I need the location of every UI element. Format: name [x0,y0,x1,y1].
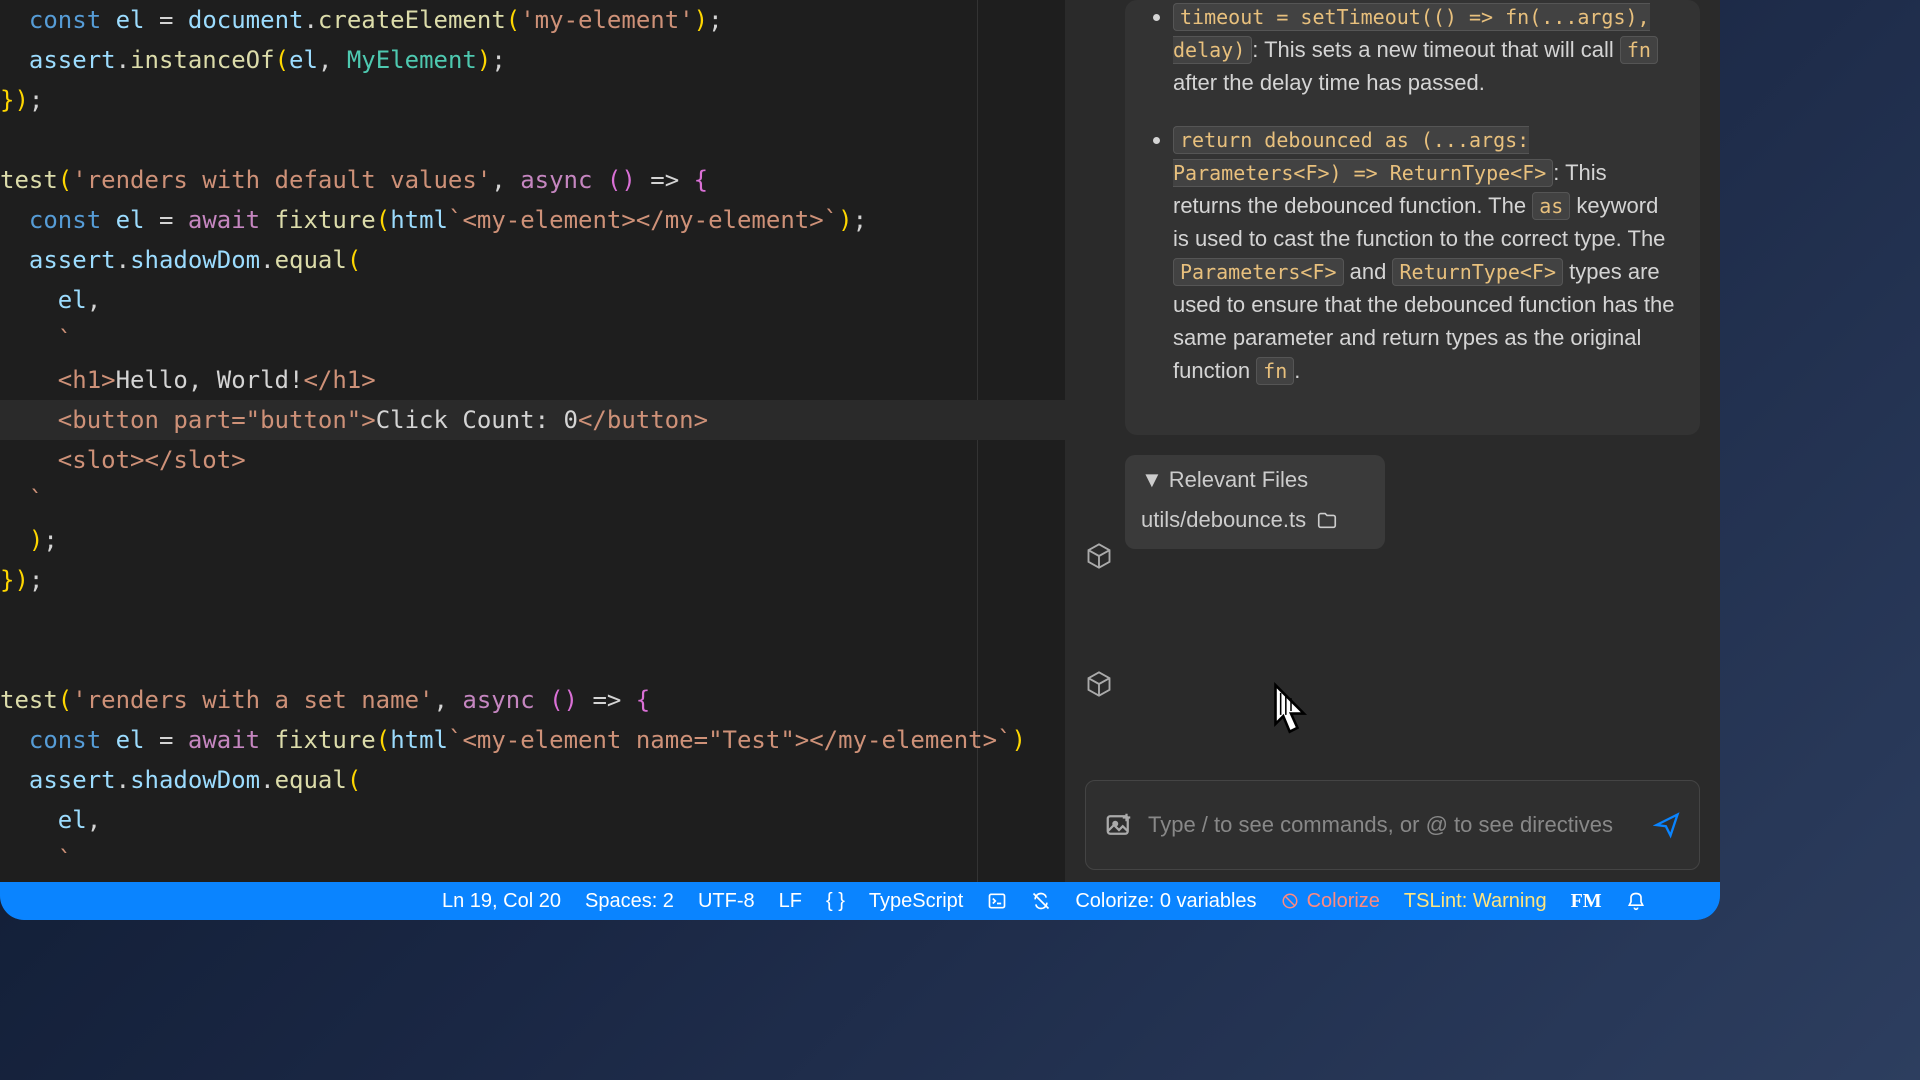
code-snippet: Parameters<F> [1173,258,1344,286]
code-line[interactable]: ); [0,520,1065,560]
no-sync-icon[interactable] [1031,891,1051,911]
language-mode[interactable]: TypeScript [869,890,963,913]
status-bar: Ln 19, Col 20 Spaces: 2 UTF-8 LF { } Typ… [0,882,1720,920]
colorize-count[interactable]: Colorize: 0 variables [1075,890,1256,913]
code-snippet: return debounced as (...args: Parameters… [1173,126,1553,187]
assistant-message: timeout = setTimeout(() => fn(...args), … [1125,0,1700,435]
chevron-down-icon: ▼ [1141,467,1163,493]
code-line[interactable]: const el = await fixture(html`<my-elemen… [0,200,1065,240]
code-snippet: as [1532,192,1570,220]
braces-icon[interactable]: { } [826,890,845,913]
code-line[interactable]: assert.shadowDom.equal( [0,240,1065,280]
eol[interactable]: LF [779,890,802,913]
explanation-bullet: return debounced as (...args: Parameters… [1173,123,1676,387]
cursor-position[interactable]: Ln 19, Col 20 [442,890,561,913]
indent-setting[interactable]: Spaces: 2 [585,890,674,913]
colorize-toggle[interactable]: Colorize [1281,890,1380,913]
code-line[interactable]: ` [0,480,1065,520]
code-snippet: ReturnType<F> [1392,258,1563,286]
code-line[interactable] [0,120,1065,160]
code-line[interactable]: <slot></slot> [0,440,1065,480]
explanation-bullet: timeout = setTimeout(() => fn(...args), … [1173,0,1676,99]
relevant-file-item[interactable]: utils/debounce.ts [1141,503,1369,537]
editor-pane[interactable]: const el = document.createElement('my-el… [0,0,1065,920]
code-line[interactable]: test('renders with a set name', async ()… [0,680,1065,720]
chat-input-area[interactable]: Type / to see commands, or @ to see dire… [1085,780,1700,870]
cube-icon [1083,540,1115,572]
fm-icon[interactable]: FM [1571,890,1602,913]
tslint-status[interactable]: TSLint: Warning [1404,890,1547,913]
code-snippet: fn [1620,36,1658,64]
code-line[interactable]: assert.instanceOf(el, MyElement); [0,40,1065,80]
chat-pane: timeout = setTimeout(() => fn(...args), … [1065,0,1720,920]
code-area[interactable]: const el = document.createElement('my-el… [0,0,1065,882]
cube-icon [1083,668,1115,700]
send-button[interactable] [1653,811,1681,839]
folder-open-icon [1316,509,1338,531]
chat-scroll[interactable]: timeout = setTimeout(() => fn(...args), … [1065,0,1720,720]
code-line[interactable]: <button part="button">Click Count: 0</bu… [0,400,1065,440]
encoding[interactable]: UTF-8 [698,890,755,913]
image-add-icon[interactable] [1104,810,1134,840]
relevant-files-label: Relevant Files [1169,467,1308,493]
ide-window: const el = document.createElement('my-el… [0,0,1720,920]
code-line[interactable]: }); [0,80,1065,120]
code-line[interactable]: test('renders with default values', asyn… [0,160,1065,200]
code-line[interactable]: el, [0,800,1065,840]
file-path: utils/debounce.ts [1141,507,1306,533]
code-line[interactable] [0,600,1065,640]
code-line[interactable] [0,640,1065,680]
code-line[interactable]: ` [0,320,1065,360]
bell-icon[interactable] [1626,891,1646,911]
code-line[interactable]: assert.shadowDom.equal( [0,760,1065,800]
terminal-icon[interactable] [987,891,1007,911]
code-line[interactable]: }); [0,560,1065,600]
code-line[interactable]: <h1>Hello, World!</h1> [0,360,1065,400]
relevant-files-panel[interactable]: ▼ Relevant Files utils/debounce.ts [1125,455,1385,549]
code-line[interactable]: const el = document.createElement('my-el… [0,0,1065,40]
relevant-files-toggle[interactable]: ▼ Relevant Files [1141,467,1369,493]
code-line[interactable]: ` [0,840,1065,880]
code-line[interactable]: const el = await fixture(html`<my-elemen… [0,720,1065,760]
code-line[interactable]: el, [0,280,1065,320]
chat-input-placeholder[interactable]: Type / to see commands, or @ to see dire… [1148,810,1639,841]
code-snippet: fn [1256,357,1294,385]
